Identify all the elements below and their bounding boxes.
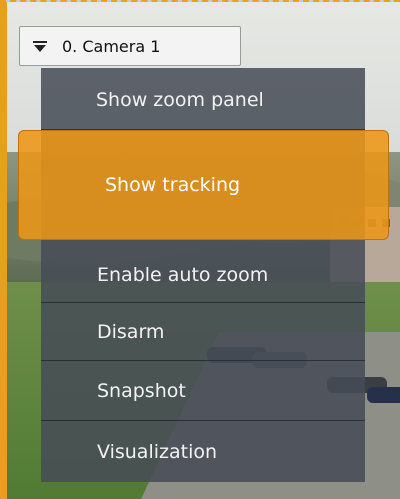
menu-item-label: Enable auto zoom: [97, 263, 269, 286]
menu-item-label: Disarm: [97, 320, 165, 343]
dropdown-arrow-icon: [32, 38, 48, 54]
menu-item-label: Show tracking: [105, 174, 241, 196]
menu-item-label: Show zoom panel: [96, 88, 264, 111]
menu-item-show-zoom-panel[interactable]: Show zoom panel: [41, 70, 365, 130]
menu-item-snapshot[interactable]: Snapshot: [41, 361, 365, 421]
menu-item-label: Visualization: [97, 440, 218, 463]
camera-selector[interactable]: 0. Camera 1: [19, 26, 241, 66]
menu-item-visualization[interactable]: Visualization: [41, 421, 365, 482]
camera-feed-car: [367, 387, 400, 403]
menu-item-label: Snapshot: [97, 379, 186, 402]
menu-item-disarm[interactable]: Disarm: [41, 303, 365, 361]
menu-item-enable-auto-zoom[interactable]: Enable auto zoom: [41, 247, 365, 303]
menu-item-show-tracking[interactable]: Show tracking: [18, 130, 389, 240]
camera-selector-label: 0. Camera 1: [62, 36, 161, 56]
